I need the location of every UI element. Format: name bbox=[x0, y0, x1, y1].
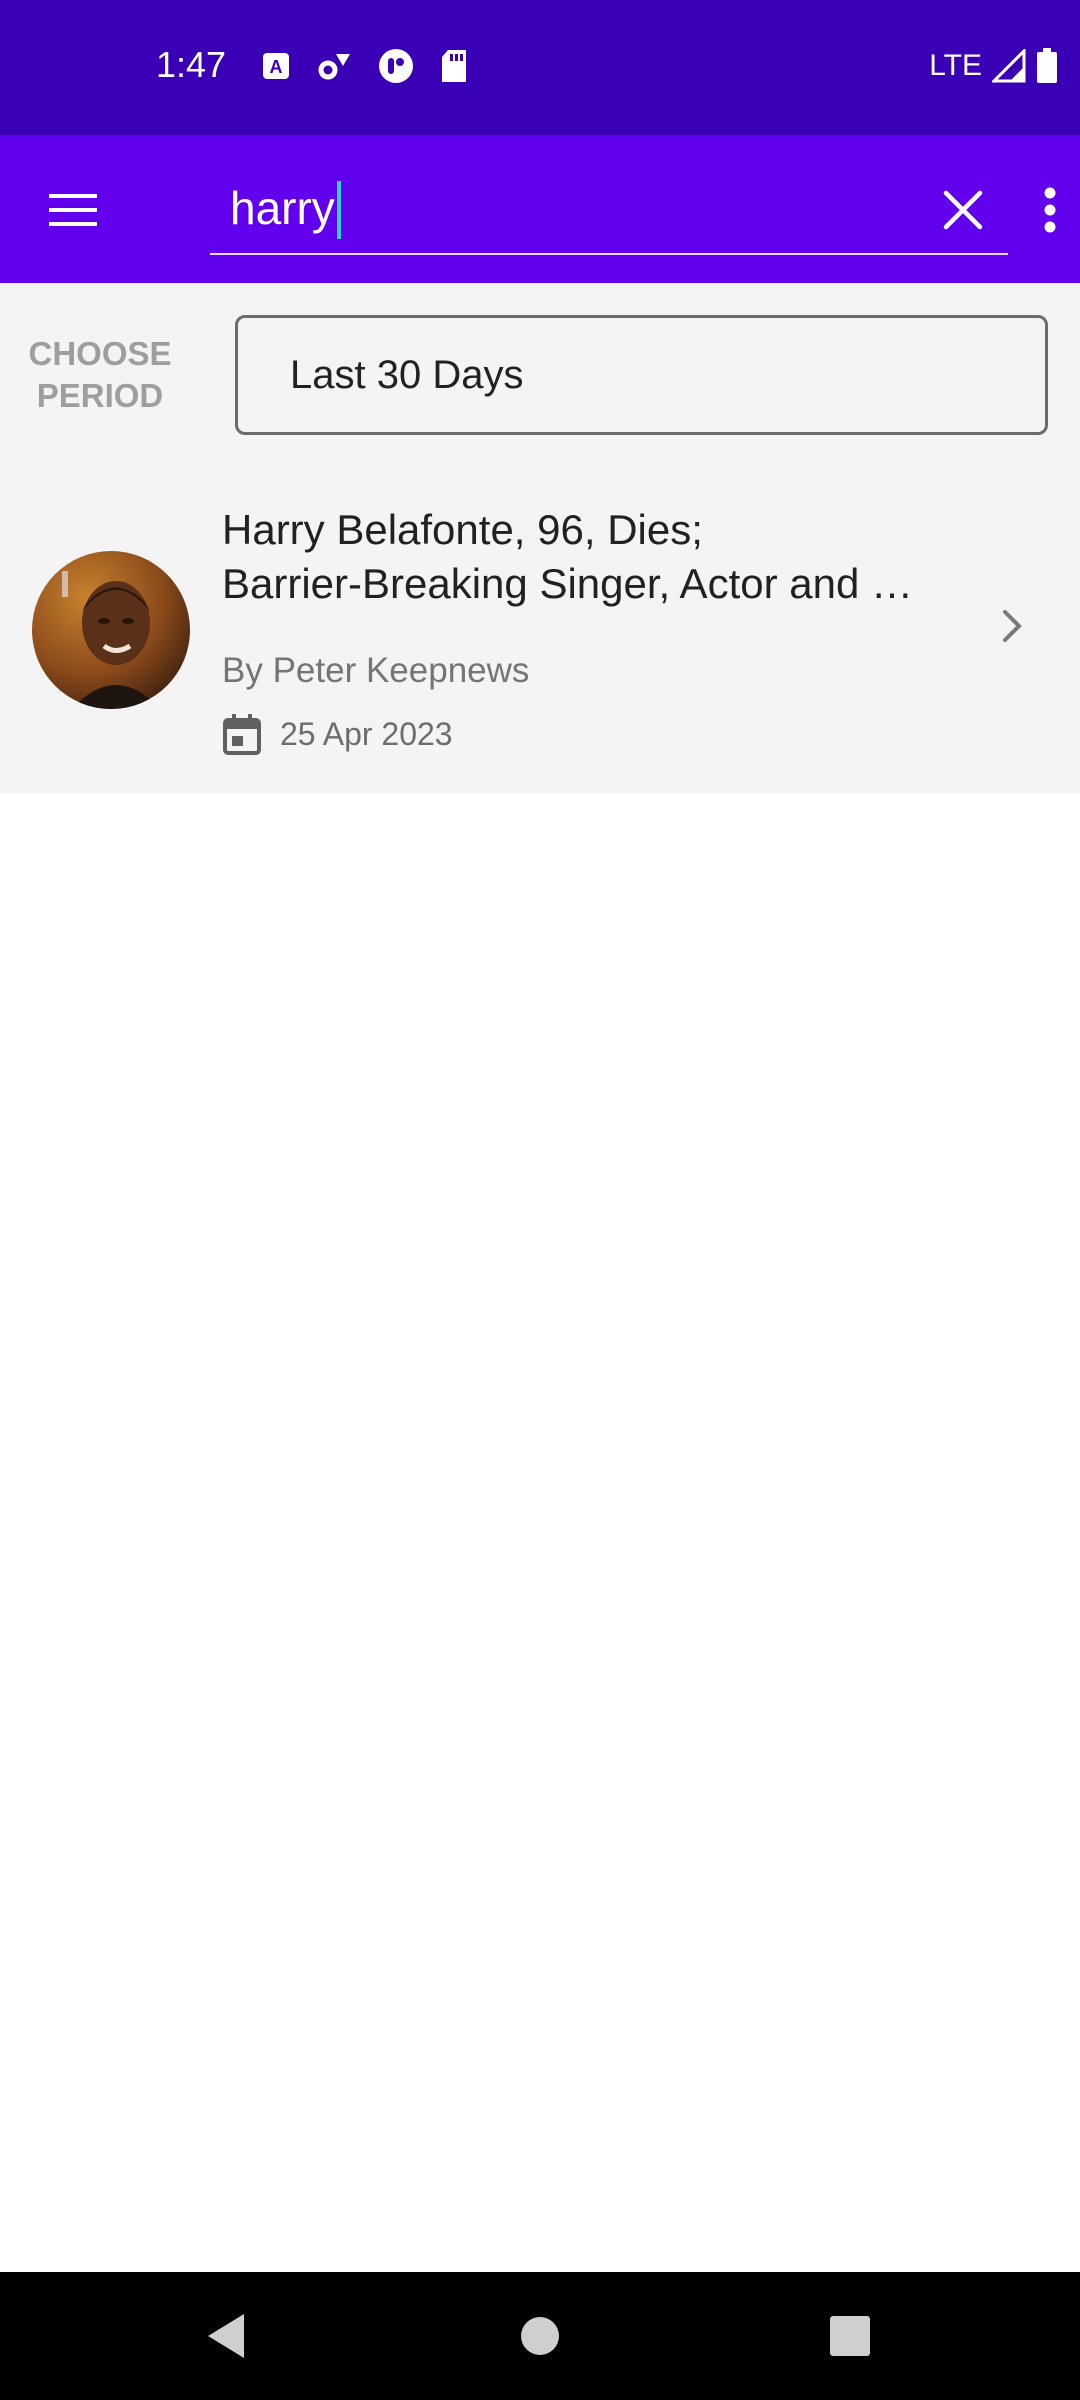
text-cursor bbox=[337, 181, 341, 239]
search-field bbox=[210, 163, 1008, 255]
overflow-menu-button[interactable] bbox=[1030, 177, 1070, 243]
status-bar: 1:47 A LTE bbox=[0, 0, 1080, 135]
more-vertical-icon bbox=[1044, 187, 1056, 233]
app-bar bbox=[0, 135, 1080, 283]
signal-icon bbox=[992, 49, 1026, 83]
list-item[interactable]: Harry Belafonte, 96, Dies; Barrier-Break… bbox=[0, 463, 1080, 793]
status-notification-icons: A bbox=[262, 48, 468, 84]
status-system-icons: LTE bbox=[929, 48, 1058, 84]
article-title: Harry Belafonte, 96, Dies; Barrier-Break… bbox=[222, 503, 962, 611]
article-thumbnail bbox=[32, 551, 190, 709]
back-icon bbox=[208, 2314, 244, 2358]
text-a-icon: A bbox=[263, 53, 289, 79]
battery-icon bbox=[1037, 48, 1057, 83]
period-dropdown-value: Last 30 Days bbox=[290, 352, 524, 397]
home-icon bbox=[521, 2317, 559, 2355]
choose-period-label: CHOOSE PERIOD bbox=[20, 333, 180, 417]
chevron-right-icon bbox=[1003, 610, 1022, 642]
article-date: 25 Apr 2023 bbox=[280, 715, 453, 752]
article-date-row: 25 Apr 2023 bbox=[222, 713, 453, 755]
menu-button[interactable] bbox=[40, 177, 106, 243]
hamburger-menu-icon bbox=[49, 194, 97, 226]
close-icon bbox=[943, 190, 983, 230]
recents-icon bbox=[830, 2316, 870, 2356]
clear-search-button[interactable] bbox=[930, 177, 996, 243]
choose-period-label-line2: PERIOD bbox=[36, 377, 164, 414]
record-icon bbox=[379, 49, 413, 83]
svg-text:A: A bbox=[270, 57, 283, 77]
period-dropdown[interactable]: Last 30 Days bbox=[235, 315, 1048, 435]
back-button[interactable] bbox=[190, 2300, 262, 2372]
article-title-line2: Barrier-Breaking Singer, Actor and … bbox=[222, 560, 913, 607]
recents-button[interactable] bbox=[814, 2300, 886, 2372]
calendar-icon bbox=[223, 714, 261, 755]
choose-period-label-line1: CHOOSE bbox=[28, 335, 172, 372]
gear-icon bbox=[318, 54, 350, 80]
search-input[interactable] bbox=[230, 163, 910, 253]
sd-card-icon bbox=[442, 50, 466, 82]
system-nav-bar bbox=[0, 2272, 1080, 2400]
period-filter: CHOOSE PERIOD Last 30 Days bbox=[0, 283, 1080, 463]
home-button[interactable] bbox=[504, 2300, 576, 2372]
status-time: 1:47 bbox=[156, 44, 227, 85]
article-title-line1: Harry Belafonte, 96, Dies; bbox=[222, 506, 703, 553]
network-type: LTE bbox=[929, 49, 982, 82]
article-author: By Peter Keepnews bbox=[222, 651, 530, 690]
